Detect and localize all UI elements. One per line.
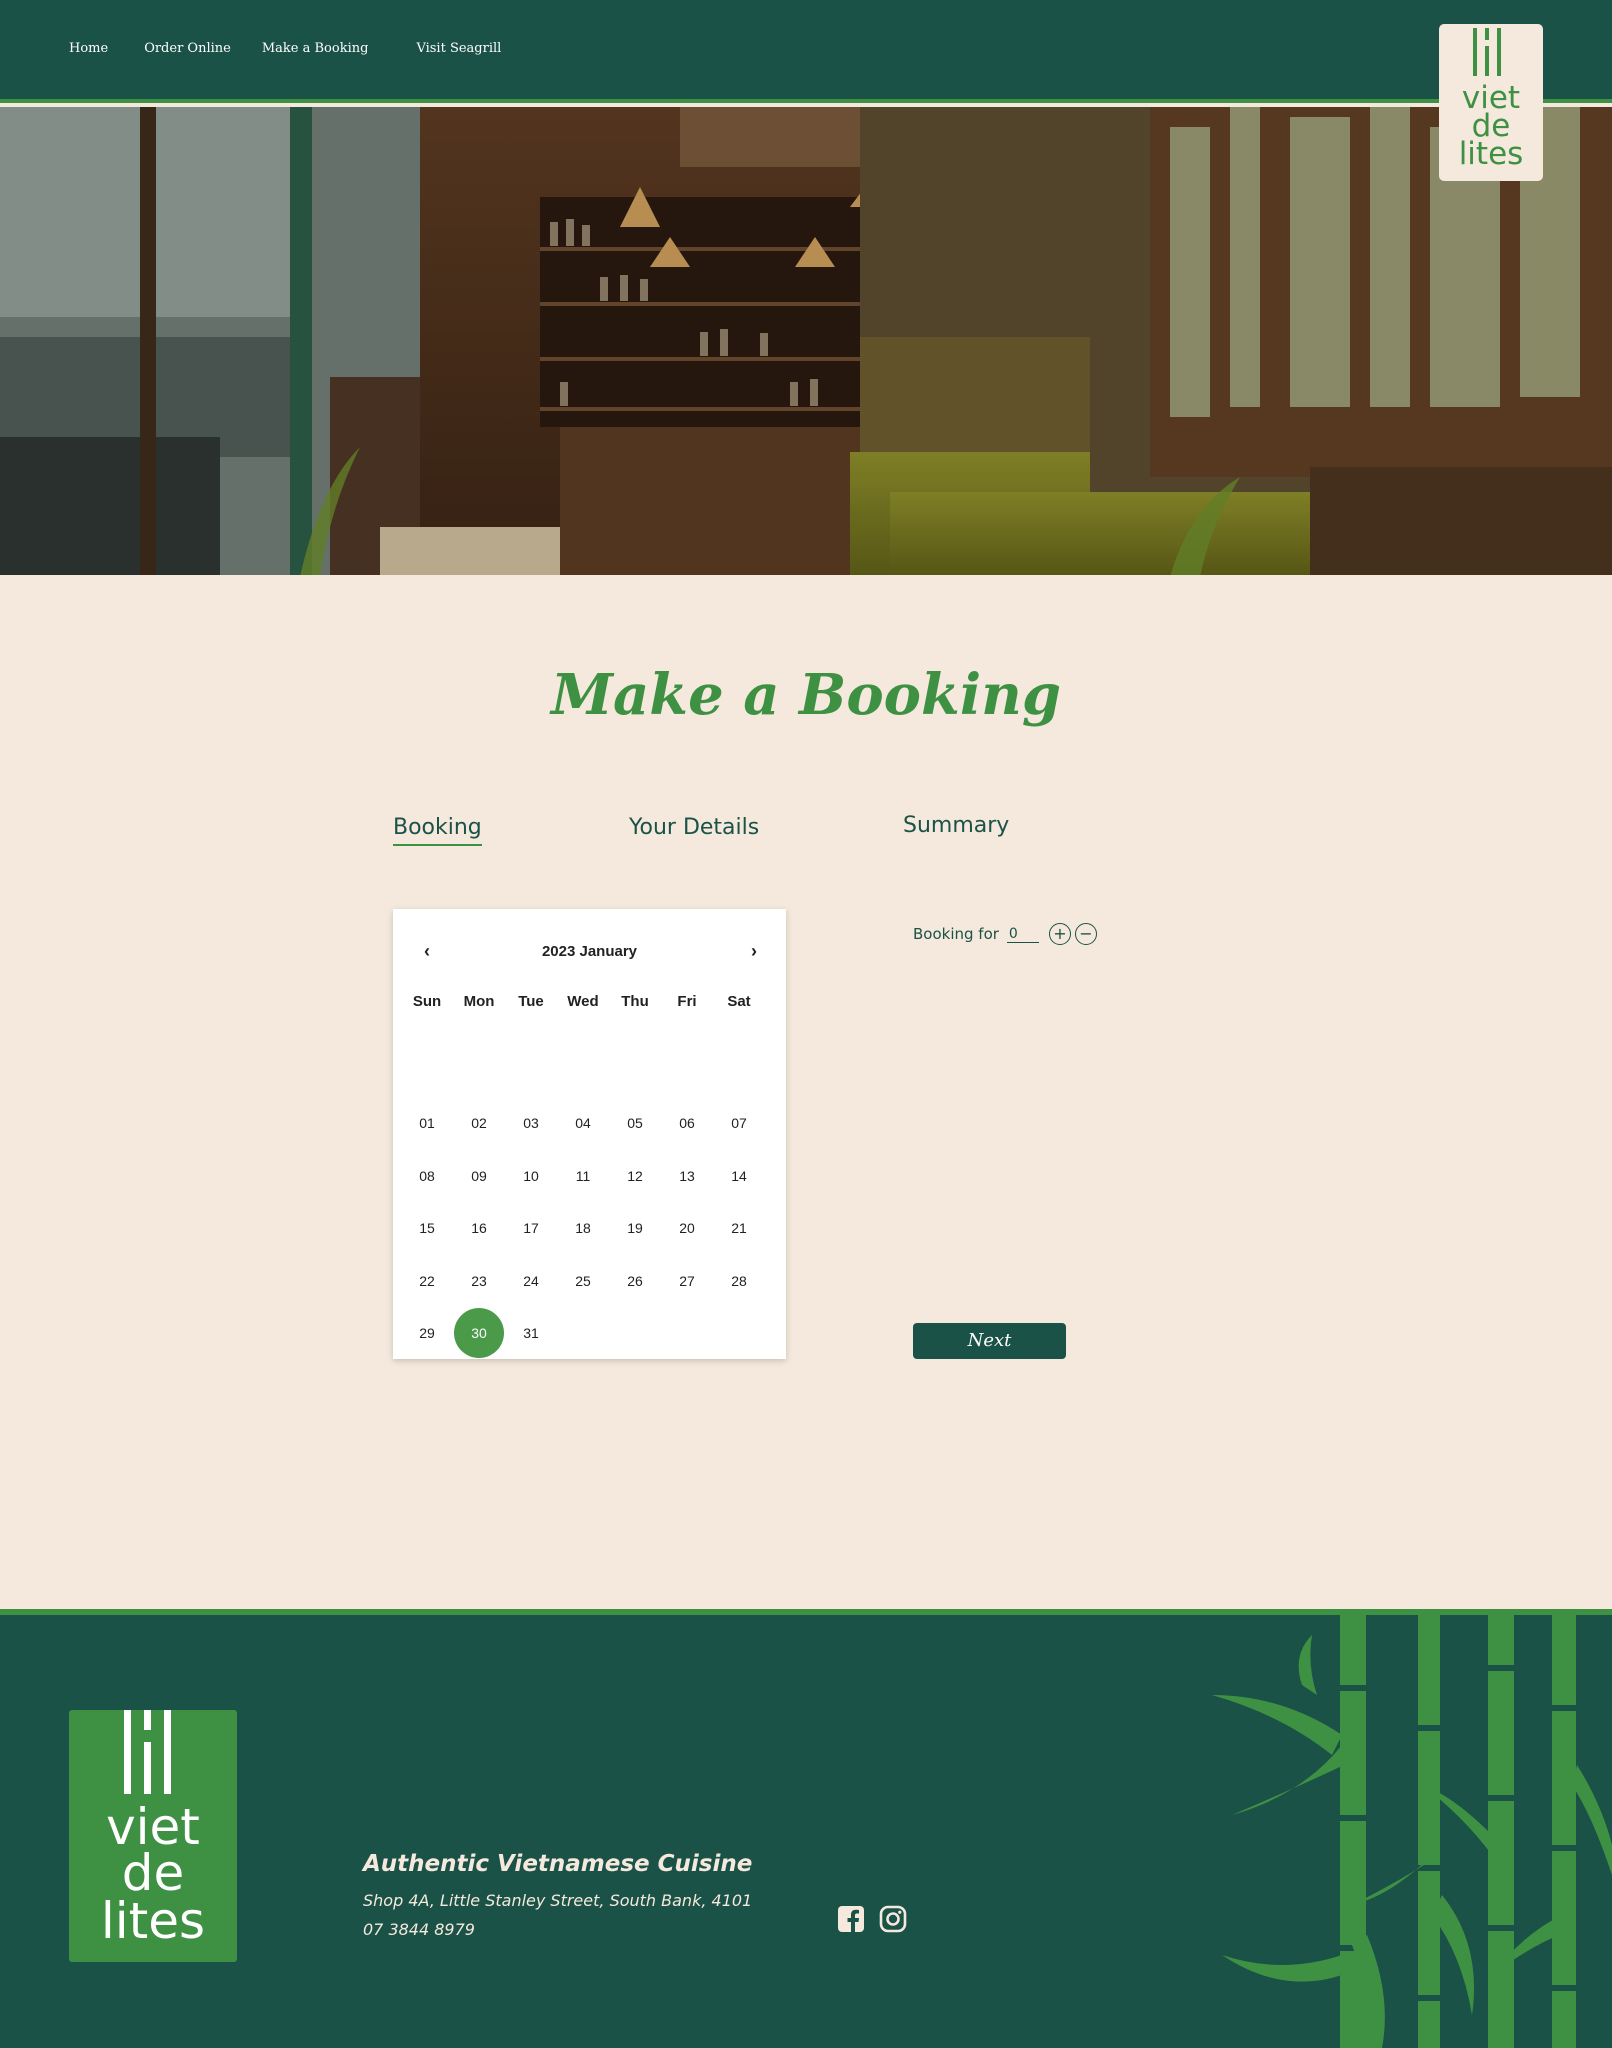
calendar-day[interactable]: 12 xyxy=(609,1151,661,1201)
party-size-control: Booking for + − xyxy=(913,923,1097,945)
calendar-day[interactable]: 24 xyxy=(505,1256,557,1306)
facebook-icon[interactable] xyxy=(837,1905,865,1933)
calendar-next-button[interactable]: › xyxy=(742,941,766,962)
calendar-day[interactable]: 03 xyxy=(505,1098,557,1148)
calendar-week-row: 29 30 31 xyxy=(401,1307,765,1360)
site-footer: viet de lites Authentic Vietnamese Cuisi… xyxy=(0,1609,1612,2048)
calendar-day[interactable]: 26 xyxy=(609,1256,661,1306)
hero-image xyxy=(0,107,1612,575)
weekday-label: Tue xyxy=(518,993,544,1010)
party-size-input[interactable] xyxy=(1006,925,1039,943)
footer-tagline: Authentic Vietnamese Cuisine xyxy=(363,1851,753,1877)
calendar-day-selected[interactable]: 30 xyxy=(453,1308,505,1359)
footer-logo-line-3: lites xyxy=(101,1892,205,1950)
calendar-day[interactable]: 13 xyxy=(661,1151,713,1201)
tab-booking[interactable]: Booking xyxy=(393,815,482,846)
calendar-day[interactable]: 08 xyxy=(401,1151,453,1201)
footer-logo[interactable]: viet de lites xyxy=(69,1710,237,1962)
calendar-day[interactable]: 22 xyxy=(401,1256,453,1306)
calendar-day[interactable]: 01 xyxy=(401,1098,453,1148)
calendar: 2023 January ‹ › Sun Mon Tue Wed Thu Fri… xyxy=(393,909,786,1359)
footer-logo-mark: viet de lites xyxy=(101,1710,205,1950)
calendar-day[interactable]: 02 xyxy=(453,1098,505,1148)
footer-address: Shop 4A, Little Stanley Street, South Ba… xyxy=(363,1891,753,1910)
calendar-day[interactable]: 20 xyxy=(661,1203,713,1253)
weekday-label: Fri xyxy=(677,993,697,1010)
calendar-day[interactable]: 09 xyxy=(453,1151,505,1201)
logo-mark: viet de lites xyxy=(1459,28,1524,172)
next-button[interactable]: Next xyxy=(913,1323,1066,1359)
calendar-day[interactable]: 27 xyxy=(661,1256,713,1306)
logo[interactable]: viet de lites xyxy=(1439,24,1543,181)
calendar-day[interactable]: 17 xyxy=(505,1203,557,1253)
weekday-label: Thu xyxy=(621,993,649,1010)
instagram-icon[interactable] xyxy=(879,1905,907,1933)
weekday-label: Sun xyxy=(412,993,442,1010)
main-nav: Home Order Online Make a Booking Visit S… xyxy=(69,41,501,56)
calendar-prev-button[interactable]: ‹ xyxy=(415,941,439,962)
calendar-month-title: 2023 January xyxy=(541,943,638,960)
calendar-day[interactable]: 19 xyxy=(609,1203,661,1253)
calendar-day[interactable]: 31 xyxy=(505,1308,557,1358)
calendar-day[interactable]: 28 xyxy=(713,1256,765,1306)
calendar-day[interactable]: 06 xyxy=(661,1098,713,1148)
calendar-week-row: 01 02 03 04 05 06 07 xyxy=(401,1097,765,1150)
calendar-day[interactable]: 10 xyxy=(505,1151,557,1201)
calendar-week-row: 15 16 17 18 19 20 21 xyxy=(401,1202,765,1255)
tab-your-details[interactable]: Your Details xyxy=(629,815,759,840)
calendar-empty-row xyxy=(401,1029,765,1097)
calendar-day[interactable]: 07 xyxy=(713,1098,765,1148)
calendar-day[interactable]: 29 xyxy=(401,1308,453,1358)
page-title: Make a Booking xyxy=(551,662,1061,728)
calendar-grid: Sun Mon Tue Wed Thu Fri Sat 01 02 03 04 … xyxy=(401,993,765,1360)
nav-home[interactable]: Home xyxy=(69,41,108,56)
calendar-day[interactable]: 15 xyxy=(401,1203,453,1253)
calendar-day[interactable]: 14 xyxy=(713,1151,765,1201)
calendar-day[interactable]: 11 xyxy=(557,1151,609,1201)
footer-phone[interactable]: 07 3844 8979 xyxy=(363,1920,475,1939)
weekday-label: Sat xyxy=(727,993,751,1010)
calendar-day[interactable]: 25 xyxy=(557,1256,609,1306)
calendar-day[interactable]: 04 xyxy=(557,1098,609,1148)
calendar-day[interactable]: 18 xyxy=(557,1203,609,1253)
booking-for-label: Booking for xyxy=(913,925,999,943)
calendar-week-row: 08 09 10 11 12 13 14 xyxy=(401,1150,765,1203)
calendar-day[interactable]: 16 xyxy=(453,1203,505,1253)
nav-order-online[interactable]: Order Online xyxy=(144,41,231,56)
tab-summary[interactable]: Summary xyxy=(903,813,1009,838)
site-header: Home Order Online Make a Booking Visit S… xyxy=(0,0,1612,103)
calendar-week-row: 22 23 24 25 26 27 28 xyxy=(401,1255,765,1308)
calendar-weekday-row: Sun Mon Tue Wed Thu Fri Sat xyxy=(401,993,765,1029)
logo-line-3: lites xyxy=(1459,136,1524,172)
plus-icon[interactable]: + xyxy=(1048,923,1071,945)
nav-visit-seagrill[interactable]: Visit Seagrill xyxy=(416,41,501,56)
weekday-label: Wed xyxy=(567,993,599,1010)
bamboo-decoration xyxy=(1212,1615,1612,2048)
calendar-day[interactable]: 21 xyxy=(713,1203,765,1253)
calendar-day[interactable]: 23 xyxy=(453,1256,505,1306)
calendar-day[interactable]: 05 xyxy=(609,1098,661,1148)
nav-make-a-booking[interactable]: Make a Booking xyxy=(262,41,369,56)
weekday-label: Mon xyxy=(463,993,495,1010)
minus-icon[interactable]: − xyxy=(1074,923,1097,945)
calendar-header: 2023 January ‹ › xyxy=(393,941,786,965)
